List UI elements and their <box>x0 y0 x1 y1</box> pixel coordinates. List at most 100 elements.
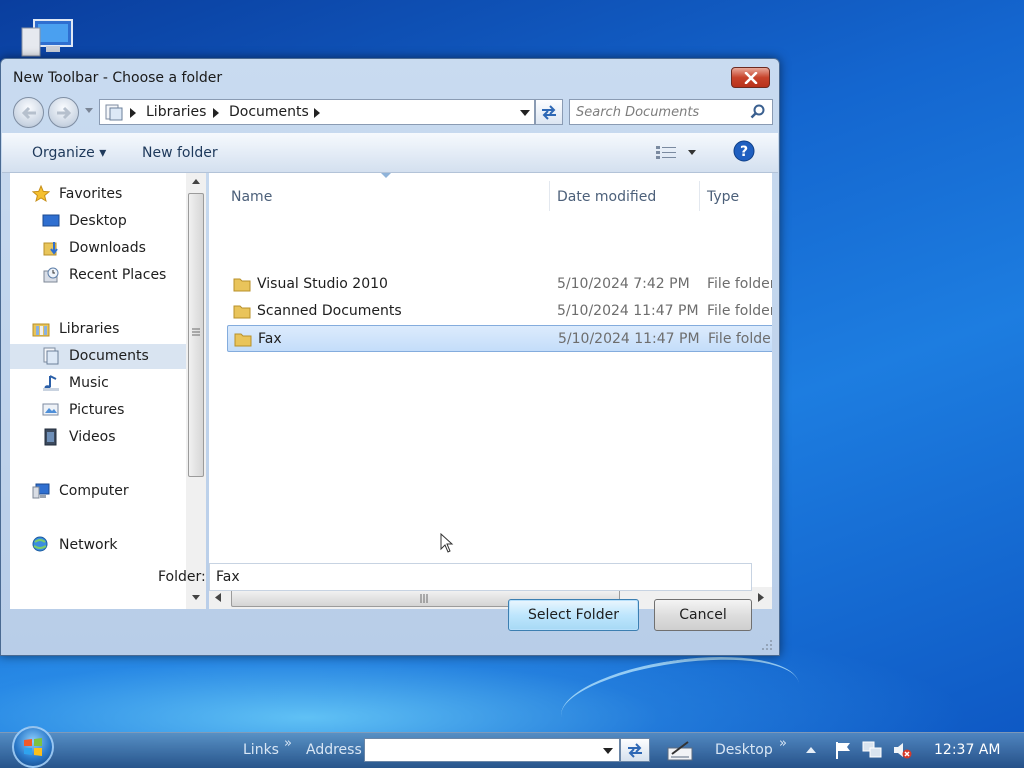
resize-grip-icon[interactable] <box>761 639 773 651</box>
taskbar-address-input[interactable] <box>364 738 620 762</box>
network-status-icon[interactable] <box>862 740 882 760</box>
refresh-button[interactable] <box>535 99 563 125</box>
network-icon <box>32 536 48 552</box>
file-date: 5/10/2024 7:42 PM <box>557 276 690 292</box>
address-dropdown-icon[interactable] <box>520 110 530 116</box>
address-dropdown-icon[interactable] <box>603 748 613 754</box>
navigation-pane: Favorites Desktop Downloads Recent Place… <box>10 173 206 609</box>
folder-icon <box>233 305 251 319</box>
libraries-icon <box>32 323 50 337</box>
new-folder-button[interactable]: New folder <box>142 145 218 161</box>
taskbar-desktop-chevron[interactable]: » <box>779 736 787 751</box>
view-options-dropdown-icon[interactable] <box>688 150 696 155</box>
taskbar-links-toolbar[interactable]: Links <box>243 742 279 758</box>
nav-item-music[interactable]: Music <box>10 371 186 396</box>
nav-item-pictures[interactable]: Pictures <box>10 398 186 423</box>
file-type: File folder <box>707 276 772 292</box>
address-bar[interactable]: Libraries Documents <box>99 99 535 125</box>
show-hidden-icons-icon[interactable] <box>806 746 816 753</box>
scroll-right-icon[interactable] <box>758 593 764 602</box>
breadcrumb-separator-icon[interactable] <box>213 108 219 118</box>
file-list: Name Date modified Type Visual Studio 20… <box>209 173 772 609</box>
nav-item-recent-places[interactable]: Recent Places <box>10 263 186 288</box>
search-input[interactable] <box>576 103 746 121</box>
breadcrumb-separator-icon[interactable] <box>130 108 136 118</box>
folder-name-input[interactable] <box>209 563 752 591</box>
file-row-scanned-documents[interactable]: Scanned Documents 5/10/2024 11:47 PM Fil… <box>227 298 772 325</box>
documents-library-icon <box>105 104 123 121</box>
scroll-down-icon[interactable] <box>192 595 200 601</box>
search-icon[interactable] <box>750 104 766 120</box>
view-details-icon[interactable] <box>656 145 678 161</box>
scroll-grip-icon <box>192 328 200 336</box>
file-row-visual-studio-2010[interactable]: Visual Studio 2010 5/10/2024 7:42 PM Fil… <box>227 271 772 298</box>
select-folder-button[interactable]: Select Folder <box>508 599 639 631</box>
help-icon[interactable]: ? <box>733 140 755 162</box>
column-divider[interactable] <box>549 181 550 211</box>
taskbar-address-label: Address <box>306 742 362 758</box>
file-type: File folder <box>708 331 772 347</box>
nav-label: Music <box>69 375 109 391</box>
desktop-icon <box>42 214 60 227</box>
close-button[interactable] <box>731 67 770 88</box>
nav-item-computer[interactable]: Computer <box>10 479 186 504</box>
forward-button[interactable] <box>48 97 79 128</box>
documents-icon <box>43 347 59 365</box>
title-bar[interactable]: New Toolbar - Choose a folder <box>1 59 779 93</box>
taskbar-links-chevron[interactable]: » <box>284 736 292 751</box>
start-button[interactable] <box>12 726 54 768</box>
cancel-button[interactable]: Cancel <box>654 599 752 631</box>
nav-item-videos[interactable]: Videos <box>10 425 186 450</box>
refresh-icon <box>542 105 556 120</box>
computer-desktop-icon[interactable] <box>20 16 76 60</box>
breadcrumb-separator-icon[interactable] <box>314 108 320 118</box>
taskbar-desktop-toolbar[interactable]: Desktop <box>715 742 773 758</box>
breadcrumb-documents[interactable]: Documents <box>229 104 309 120</box>
file-row-fax[interactable]: Fax 5/10/2024 11:47 PM File folder <box>227 325 772 352</box>
volume-muted-icon[interactable] <box>892 740 912 760</box>
forward-arrow-icon <box>56 106 71 119</box>
close-icon <box>744 71 757 84</box>
column-divider[interactable] <box>699 181 700 211</box>
back-button[interactable] <box>13 97 44 128</box>
action-center-flag-icon[interactable] <box>834 740 854 760</box>
nav-label: Network <box>59 537 118 553</box>
column-header-date-modified[interactable]: Date modified <box>557 189 656 205</box>
tablet-input-icon[interactable] <box>666 738 694 762</box>
mouse-cursor-icon <box>440 533 454 553</box>
scroll-up-icon[interactable] <box>192 178 200 184</box>
nav-pane-scroll-thumb[interactable] <box>188 193 204 477</box>
windows-logo-icon <box>24 738 42 756</box>
organize-dropdown-arrow: ▾ <box>99 145 107 161</box>
search-box[interactable] <box>569 99 773 125</box>
column-header-type[interactable]: Type <box>707 189 739 205</box>
nav-item-documents[interactable]: Documents <box>10 344 186 369</box>
recent-pages-dropdown-icon[interactable] <box>85 108 93 114</box>
nav-label: Computer <box>59 483 129 499</box>
star-icon <box>32 185 50 203</box>
nav-item-favorites[interactable]: Favorites <box>10 182 186 207</box>
column-header-name[interactable]: Name <box>231 189 272 205</box>
nav-item-desktop[interactable]: Desktop <box>10 209 186 234</box>
nav-label: Documents <box>69 348 149 364</box>
taskbar-go-button[interactable] <box>620 738 650 762</box>
file-name: Scanned Documents <box>257 303 402 319</box>
breadcrumb-libraries[interactable]: Libraries <box>146 104 206 120</box>
nav-label: Pictures <box>69 402 125 418</box>
nav-item-network[interactable]: Network <box>10 533 186 558</box>
scroll-left-icon[interactable] <box>215 593 221 602</box>
scroll-grip-icon <box>420 594 428 603</box>
organize-label: Organize <box>32 145 95 161</box>
organize-menu[interactable]: Organize ▾ <box>32 145 106 161</box>
back-arrow-icon <box>21 106 36 119</box>
nav-item-downloads[interactable]: Downloads <box>10 236 186 261</box>
recent-places-icon <box>43 267 59 283</box>
nav-pane-scrollbar[interactable] <box>186 173 206 609</box>
folder-label: Folder: <box>158 569 206 585</box>
file-date: 5/10/2024 11:47 PM <box>558 331 700 347</box>
nav-item-libraries[interactable]: Libraries <box>10 317 186 342</box>
folder-icon <box>234 333 252 347</box>
taskbar-clock[interactable]: 12:37 AM <box>934 742 1000 758</box>
sort-indicator-icon <box>381 173 391 178</box>
nav-label: Favorites <box>59 186 123 202</box>
